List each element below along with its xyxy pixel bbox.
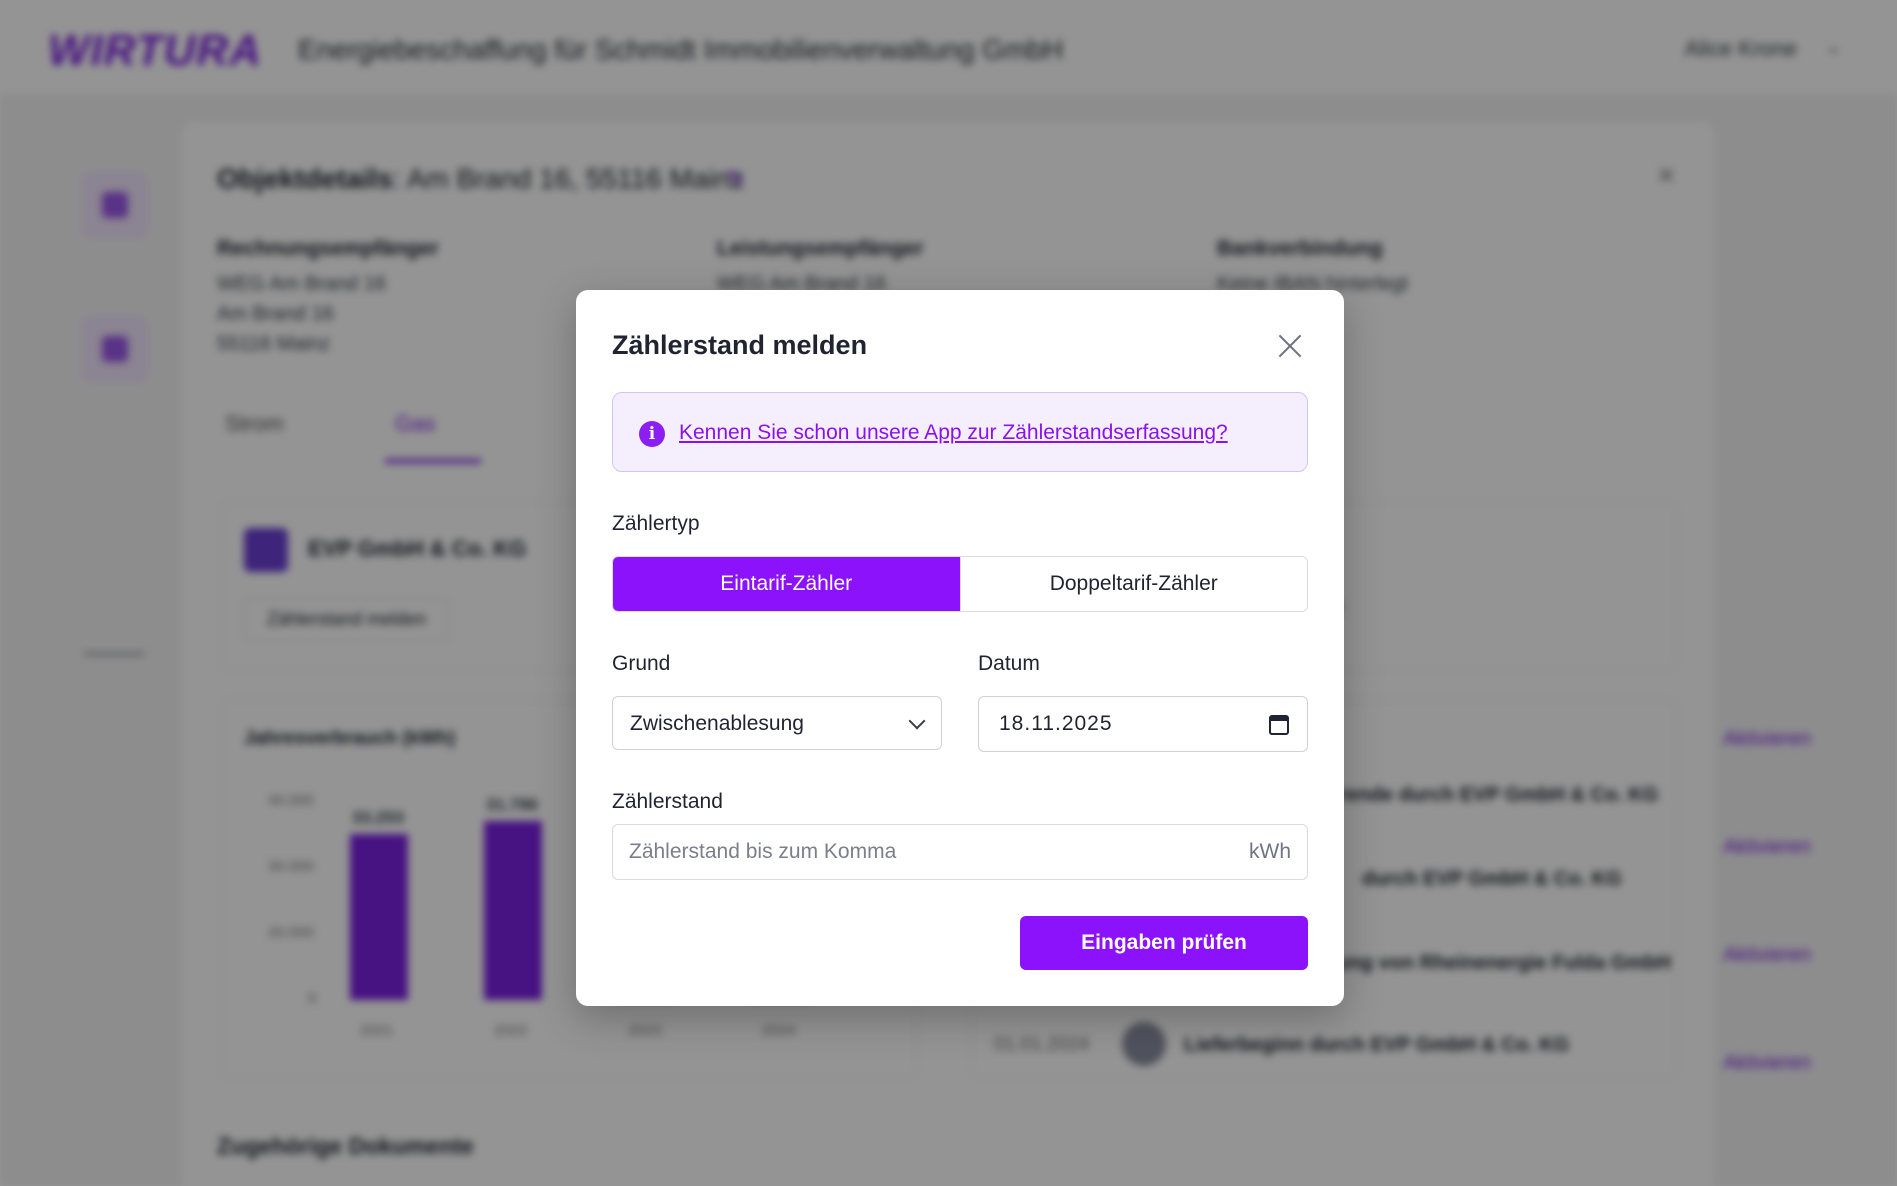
reason-select[interactable]: Zwischenablesung [612,696,942,750]
reading-label: Zählerstand [612,790,723,813]
reason-label: Grund [612,652,671,675]
calendar-icon[interactable] [1269,715,1289,735]
date-label: Datum [978,652,1040,675]
app-info-link[interactable]: Kennen Sie schon unsere App zur Zählerst… [679,421,1228,445]
single-tariff-button[interactable]: Eintarif-Zähler [613,557,960,611]
close-icon[interactable] [1274,330,1306,362]
info-icon: i [639,421,665,447]
meter-type-label: Zählertyp [612,512,700,535]
reading-field: kWh [612,824,1308,880]
app-info-banner: i Kennen Sie schon unsere App zur Zähler… [612,392,1308,472]
meter-type-toggle: Eintarif-Zähler Doppeltarif-Zähler [612,556,1308,612]
dialog-title: Zählerstand melden [612,330,868,360]
unit-label: kWh [1249,840,1291,863]
validate-inputs-button[interactable]: Eingaben prüfen [1020,916,1308,970]
date-input[interactable]: 18.11.2025 [978,696,1308,752]
chevron-down-icon [908,712,926,730]
dual-tariff-button[interactable]: Doppeltarif-Zähler [959,557,1307,611]
reading-input[interactable] [629,837,1209,867]
reason-value: Zwischenablesung [630,712,804,735]
date-value: 18.11.2025 [999,712,1113,735]
meter-reading-dialog: Zählerstand melden i Kennen Sie schon un… [576,290,1344,1006]
